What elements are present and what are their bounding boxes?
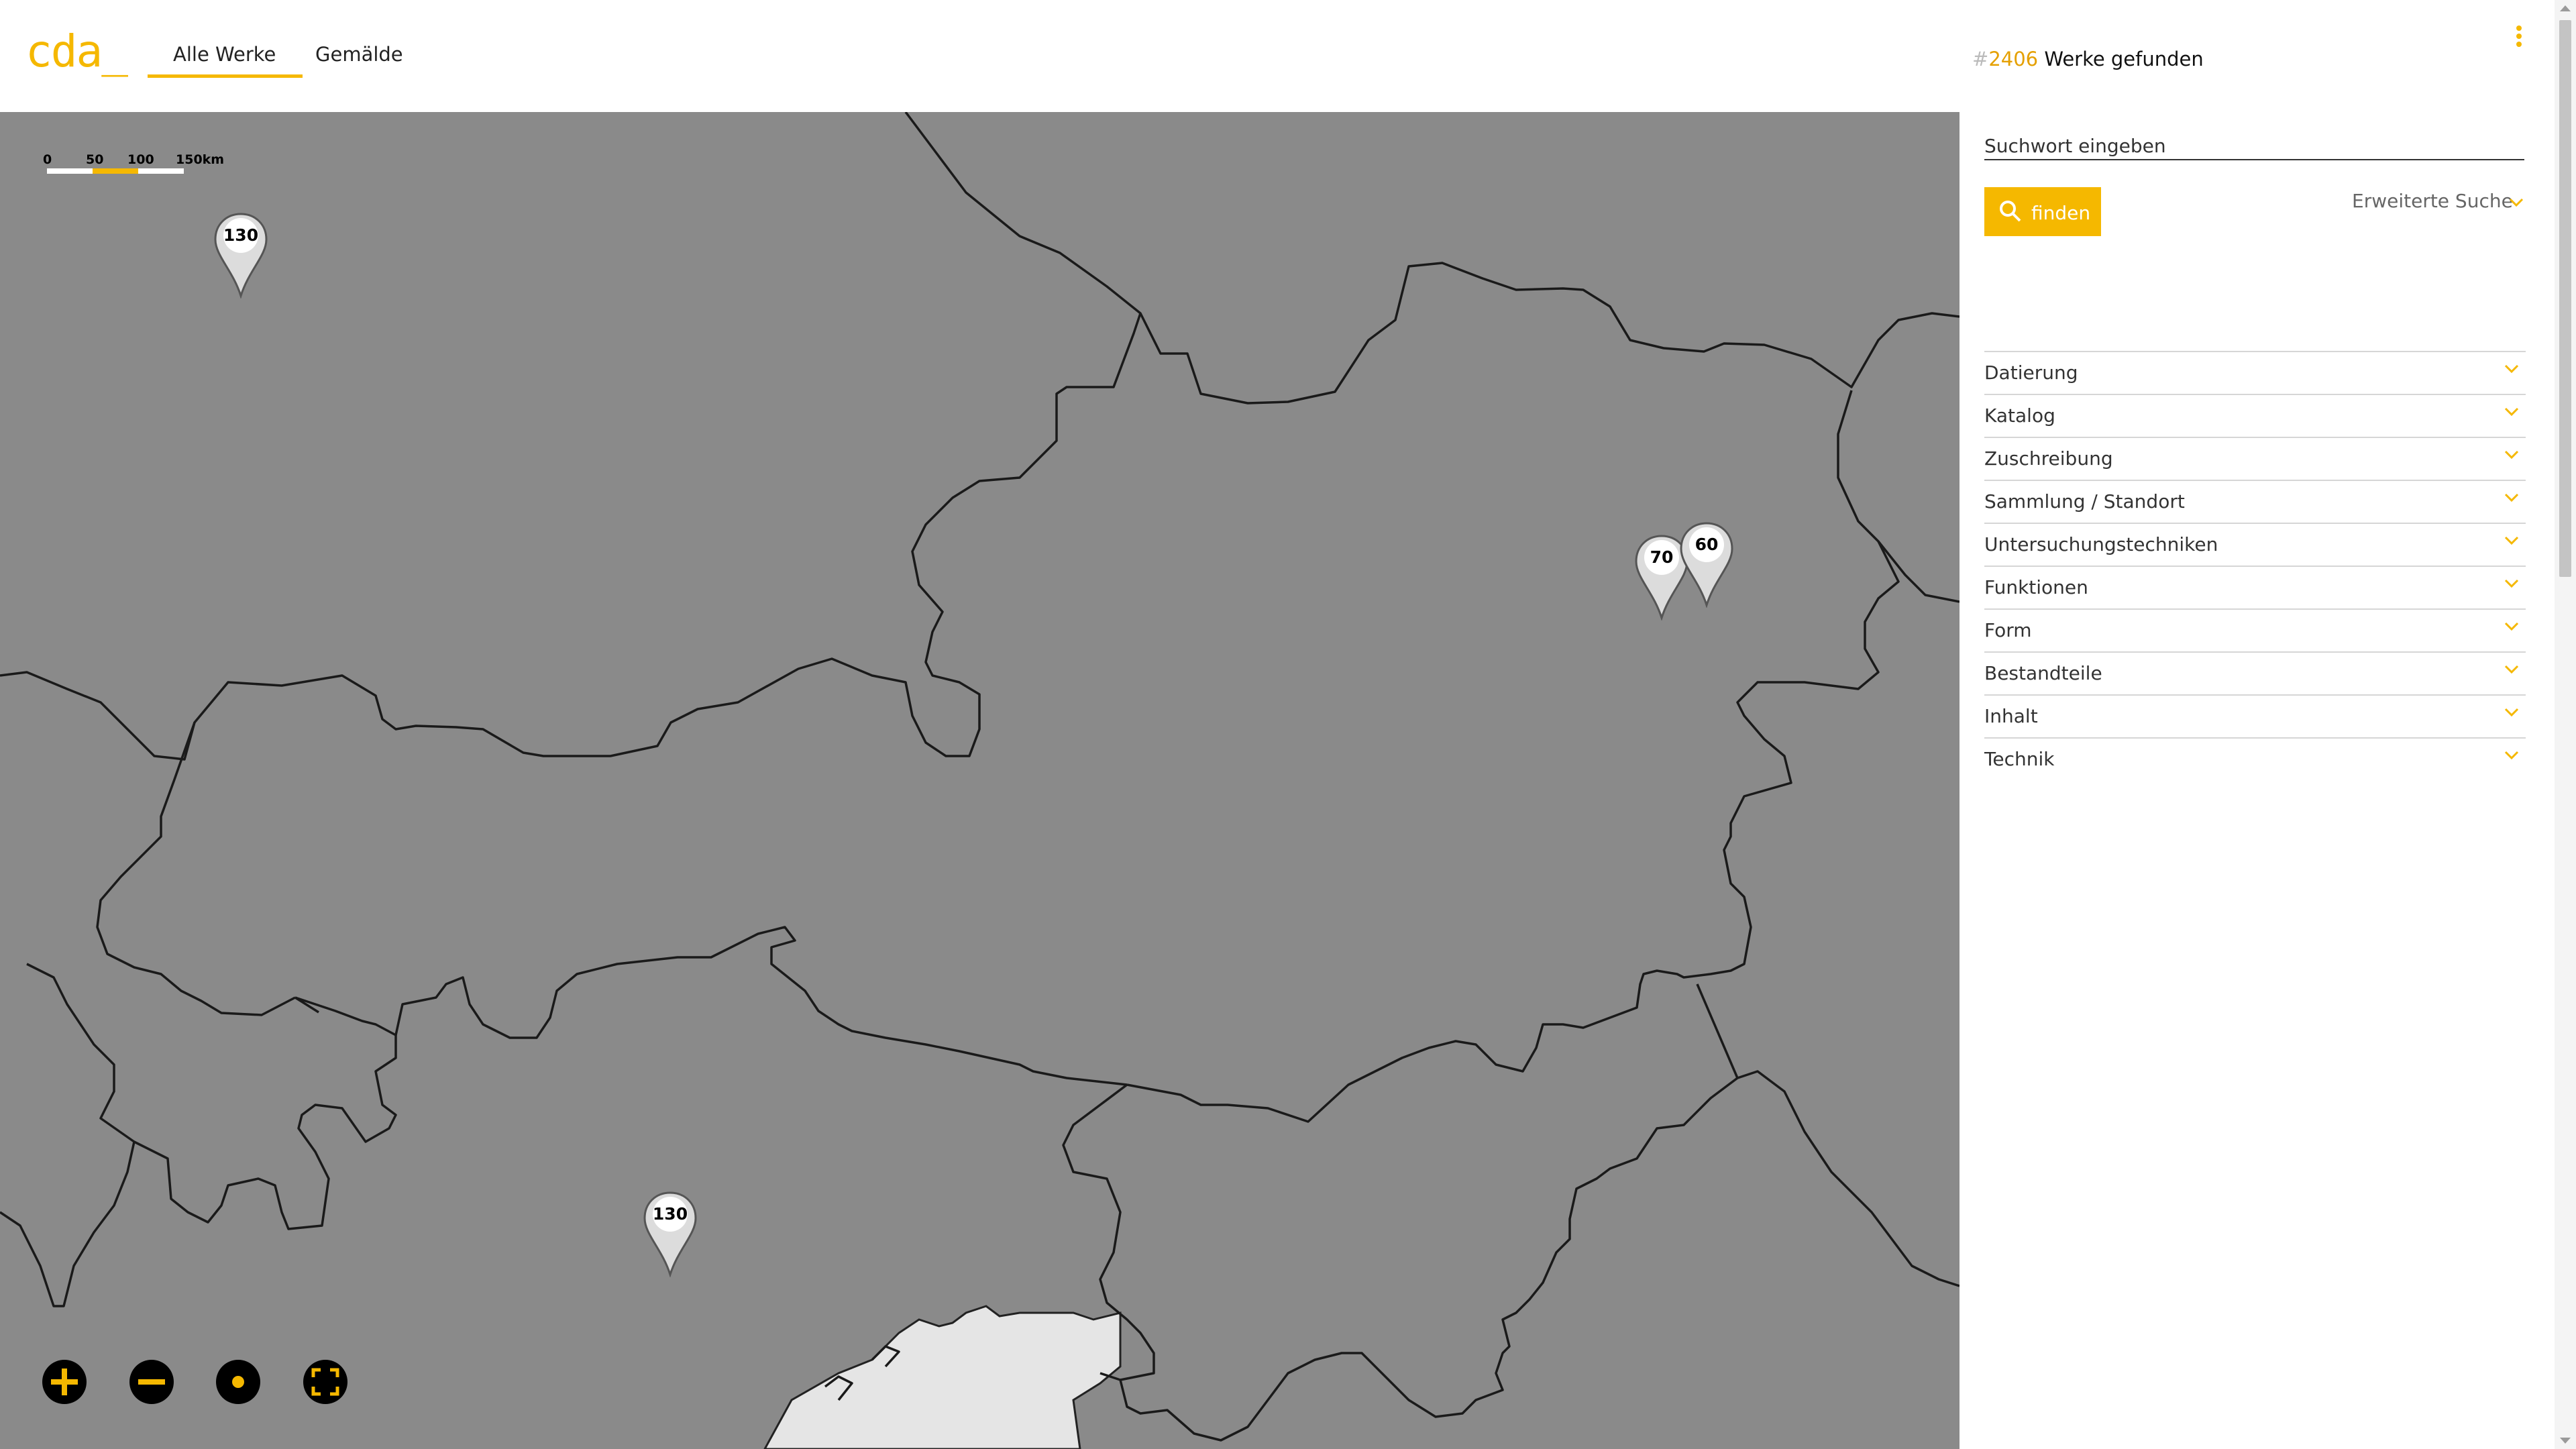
facet-untersuchungstechniken[interactable]: Untersuchungstechniken	[1984, 523, 2526, 566]
scale-segment-1	[47, 168, 93, 174]
facet-label: Funktionen	[1984, 576, 2088, 598]
chevron-down-icon	[2504, 450, 2519, 460]
chevron-down-icon	[2504, 665, 2519, 674]
facet-label: Datierung	[1984, 362, 2078, 384]
advanced-search-label: Erweiterte Suche	[2352, 190, 2513, 212]
plus-icon	[42, 1360, 87, 1404]
scale-segment-2	[93, 168, 138, 174]
scroll-up-arrow-icon[interactable]	[2560, 5, 2571, 11]
results-count: #2406 Werke gefunden	[1972, 48, 2204, 70]
minus-icon	[129, 1360, 174, 1404]
map-pin-icon	[1680, 522, 1733, 608]
scrollbar-thumb[interactable]	[2559, 20, 2571, 577]
search-sidebar: finden Erweiterte Suche Datierung Katalo…	[1960, 112, 2555, 1449]
scale-label-100: 100	[127, 152, 154, 167]
marker-count: 130	[652, 1204, 688, 1224]
map-pin-icon	[643, 1191, 697, 1278]
map-scale-bar: 0 50 100 150km	[43, 152, 231, 179]
fullscreen-icon	[303, 1360, 347, 1404]
scale-label-50: 50	[86, 152, 104, 167]
facet-label: Inhalt	[1984, 705, 2038, 727]
facet-sammlung-standort[interactable]: Sammlung / Standort	[1984, 480, 2526, 523]
tab-alle-werke[interactable]: Alle Werke	[147, 43, 303, 78]
results-number: 2406	[1988, 48, 2039, 70]
facet-form[interactable]: Form	[1984, 608, 2526, 651]
chevron-down-icon	[2504, 364, 2519, 374]
facet-label: Katalog	[1984, 405, 2055, 427]
facet-bestandteile[interactable]: Bestandteile	[1984, 651, 2526, 694]
center-dot-icon	[216, 1360, 260, 1404]
center-map-button[interactable]	[215, 1358, 262, 1405]
chevron-down-icon	[2504, 708, 2519, 717]
zoom-in-button[interactable]	[41, 1358, 88, 1405]
map-marker-cluster[interactable]: 130	[642, 1190, 698, 1278]
search-input[interactable]	[1984, 132, 2524, 160]
facet-list: Datierung Katalog Zuschreibung Sammlung …	[1984, 351, 2526, 780]
facet-label: Technik	[1984, 748, 2055, 770]
page-scrollbar[interactable]	[2555, 0, 2576, 1449]
search-icon	[2000, 201, 2021, 222]
results-label: Werke gefunden	[2044, 48, 2204, 70]
app-header: cda_ Alle Werke Gemälde #2406 Werke gefu…	[0, 0, 2555, 112]
chevron-down-icon	[2504, 493, 2519, 502]
marker-count: 130	[223, 225, 259, 245]
facet-label: Untersuchungstechniken	[1984, 533, 2218, 555]
facet-katalog[interactable]: Katalog	[1984, 394, 2526, 437]
map-marker-cluster[interactable]: 130	[213, 211, 269, 299]
facet-technik[interactable]: Technik	[1984, 737, 2526, 780]
facet-funktionen[interactable]: Funktionen	[1984, 566, 2526, 608]
chevron-down-icon	[2504, 751, 2519, 760]
chevron-down-icon	[2504, 536, 2519, 545]
scroll-down-arrow-icon[interactable]	[2560, 1438, 2571, 1444]
fullscreen-button[interactable]	[302, 1358, 349, 1405]
facet-label: Bestandteile	[1984, 662, 2102, 684]
marker-count: 60	[1695, 535, 1719, 554]
map-marker-cluster[interactable]: 60	[1678, 521, 1735, 608]
find-button-label: finden	[2031, 202, 2091, 224]
more-menu-icon[interactable]	[2509, 23, 2529, 50]
tab-gemaelde[interactable]: Gemälde	[315, 43, 403, 66]
scale-label-150: 150km	[176, 152, 225, 167]
facet-label: Form	[1984, 619, 2032, 641]
scale-label-0: 0	[43, 152, 52, 167]
scale-segment-3	[138, 168, 184, 174]
facet-inhalt[interactable]: Inhalt	[1984, 694, 2526, 737]
facet-zuschreibung[interactable]: Zuschreibung	[1984, 437, 2526, 480]
map-pin-icon	[214, 213, 268, 299]
zoom-out-button[interactable]	[128, 1358, 175, 1405]
chevron-down-icon	[2504, 579, 2519, 588]
chevron-down-icon	[2509, 198, 2524, 207]
map-borders	[0, 112, 1960, 1449]
facet-datierung[interactable]: Datierung	[1984, 351, 2526, 394]
map-view[interactable]: 0 50 100 150km 130 70 60 130	[0, 112, 1960, 1449]
facet-label: Zuschreibung	[1984, 447, 2113, 470]
app-logo[interactable]: cda_	[25, 25, 128, 77]
results-hash: #	[1972, 48, 1989, 70]
advanced-search-toggle[interactable]: Erweiterte Suche	[2352, 190, 2524, 212]
chevron-down-icon	[2504, 407, 2519, 417]
chevron-down-icon	[2504, 622, 2519, 631]
find-button[interactable]: finden	[1984, 187, 2101, 236]
facet-label: Sammlung / Standort	[1984, 490, 2185, 513]
